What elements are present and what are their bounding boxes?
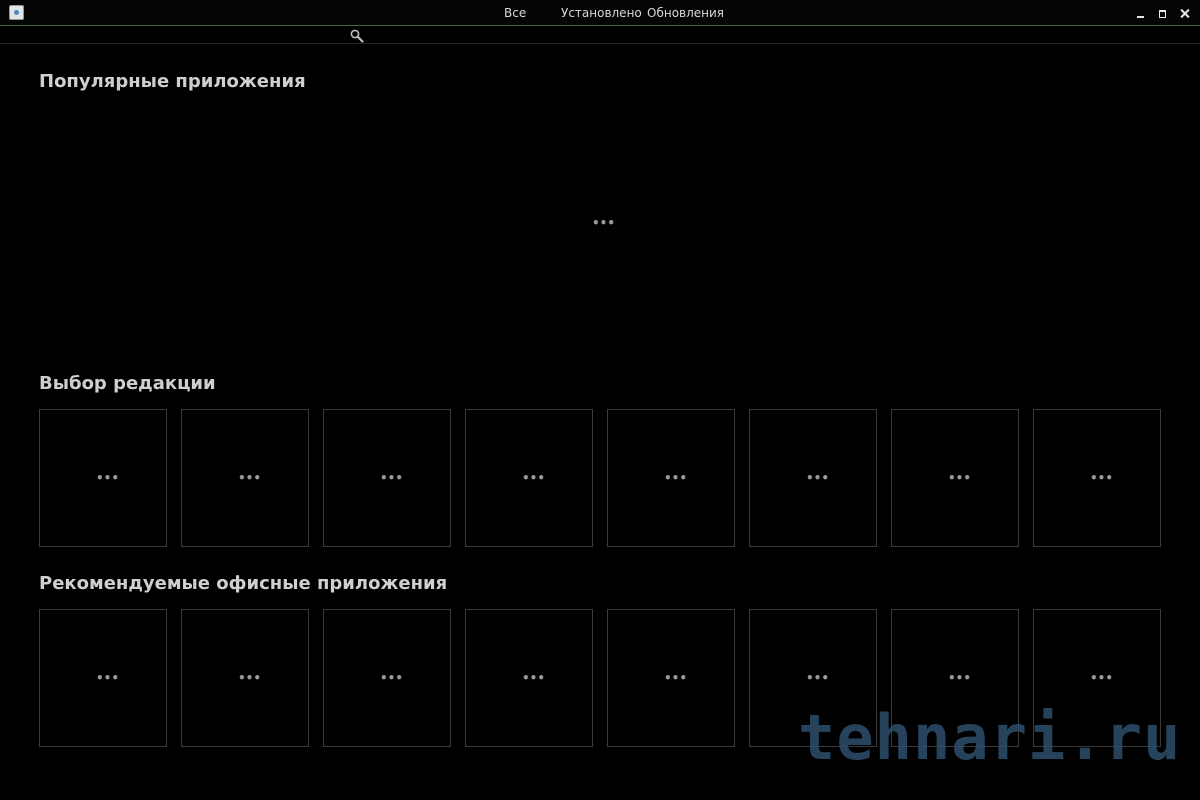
title-bar: Все Установлено Обновления — [0, 0, 1200, 26]
loading-indicator: ••• — [522, 471, 546, 485]
editors-choice-tile-3[interactable]: ••• — [323, 409, 451, 547]
view-tabs: Все Установлено Обновления — [0, 0, 1200, 26]
editors-choice-tile-7[interactable]: ••• — [891, 409, 1019, 547]
office-apps-row: ••• ••• ••• ••• ••• ••• ••• ••• — [39, 609, 1161, 747]
loading-indicator: ••• — [238, 671, 262, 685]
office-apps-tile-7[interactable]: ••• — [891, 609, 1019, 747]
loading-indicator: ••• — [238, 471, 262, 485]
office-apps-tile-5[interactable]: ••• — [607, 609, 735, 747]
popular-apps-loading-indicator: ••• — [592, 216, 616, 230]
window-controls — [1135, 6, 1190, 20]
office-apps-tile-1[interactable]: ••• — [39, 609, 167, 747]
editors-choice-tile-8[interactable]: ••• — [1033, 409, 1161, 547]
loading-indicator: ••• — [1090, 671, 1114, 685]
editors-choice-tile-2[interactable]: ••• — [181, 409, 309, 547]
loading-indicator: ••• — [806, 471, 830, 485]
app-window: Все Установлено Обновления Популярные пр… — [0, 0, 1200, 800]
office-apps-tile-8[interactable]: ••• — [1033, 609, 1161, 747]
search-input[interactable] — [0, 27, 370, 43]
loading-indicator: ••• — [522, 671, 546, 685]
office-apps-tile-6[interactable]: ••• — [749, 609, 877, 747]
editors-choice-tile-4[interactable]: ••• — [465, 409, 593, 547]
loading-indicator: ••• — [948, 471, 972, 485]
editors-choice-row: ••• ••• ••• ••• ••• ••• ••• ••• — [39, 409, 1161, 547]
loading-indicator: ••• — [664, 671, 688, 685]
tab-all[interactable]: Все — [504, 6, 526, 20]
office-apps-tile-3[interactable]: ••• — [323, 609, 451, 747]
office-apps-title: Рекомендуемые офисные приложения — [39, 573, 448, 594]
close-icon[interactable] — [1179, 8, 1190, 19]
loading-indicator: ••• — [664, 471, 688, 485]
editors-choice-tile-1[interactable]: ••• — [39, 409, 167, 547]
search-bar — [0, 27, 1200, 44]
loading-indicator: ••• — [96, 671, 120, 685]
editors-choice-title: Выбор редакции — [39, 373, 216, 394]
loading-indicator: ••• — [806, 671, 830, 685]
office-apps-tile-2[interactable]: ••• — [181, 609, 309, 747]
loading-indicator: ••• — [1090, 471, 1114, 485]
loading-indicator: ••• — [380, 471, 404, 485]
editors-choice-tile-6[interactable]: ••• — [749, 409, 877, 547]
office-apps-tile-4[interactable]: ••• — [465, 609, 593, 747]
search-icon[interactable] — [350, 29, 364, 43]
tab-updates[interactable]: Обновления — [647, 6, 724, 20]
minimize-icon[interactable] — [1135, 8, 1146, 19]
popular-apps-title: Популярные приложения — [39, 71, 306, 92]
tab-installed[interactable]: Установлено — [561, 6, 642, 20]
loading-indicator: ••• — [96, 471, 120, 485]
loading-indicator: ••• — [380, 671, 404, 685]
editors-choice-tile-5[interactable]: ••• — [607, 409, 735, 547]
loading-indicator: ••• — [948, 671, 972, 685]
maximize-icon[interactable] — [1157, 8, 1168, 19]
software-center-icon — [9, 5, 24, 20]
